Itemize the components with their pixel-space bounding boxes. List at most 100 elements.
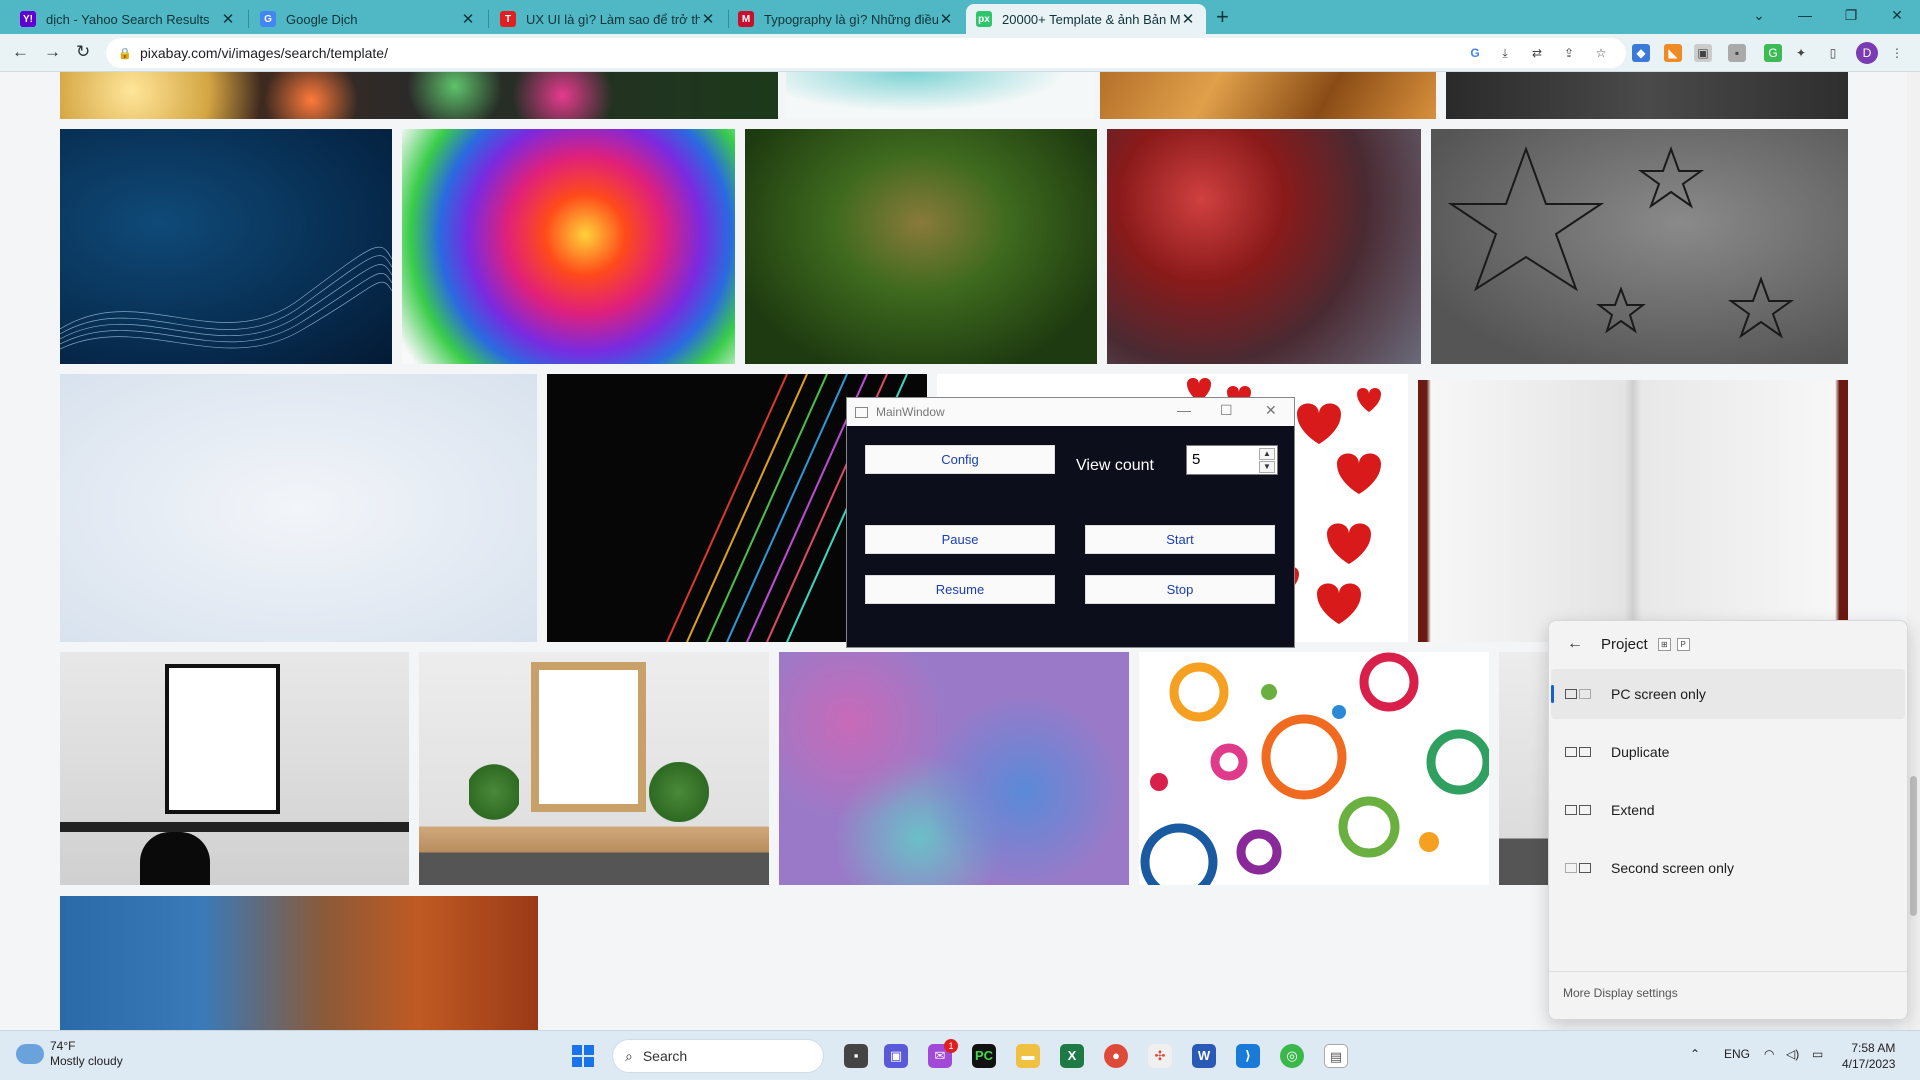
notepad-icon[interactable]: ▤ [1324,1044,1348,1068]
language-indicator[interactable]: ENG [1724,1047,1750,1061]
word-icon[interactable]: W [1192,1044,1216,1068]
url-text: pixabay.com/vi/images/search/template/ [140,45,388,61]
resume-button[interactable]: Resume [865,575,1055,604]
address-bar[interactable]: 🔒 pixabay.com/vi/images/search/template/ [106,38,1626,68]
star-pattern [1447,146,1795,339]
tray-overflow-icon[interactable]: ⌃ [1690,1047,1700,1061]
metamask-icon[interactable]: ◣ [1664,44,1682,62]
shield-extension-icon[interactable]: ◆ [1632,44,1650,62]
tab-google-translate[interactable]: G Google Dịch ✕ [250,4,486,34]
tab-pixabay[interactable]: px 20000+ Template & ảnh Bản Mẫ ✕ [966,4,1206,34]
grammarly-icon[interactable]: G [1764,44,1782,62]
install-icon[interactable]: ⤓ [1496,44,1514,62]
close-icon[interactable]: ✕ [460,10,476,28]
image-red-grunge[interactable] [1107,129,1421,364]
option-second-screen-only[interactable]: Second screen only [1551,843,1905,893]
vscode-icon[interactable]: ⟩ [1236,1044,1260,1068]
image-wood[interactable] [1100,72,1436,119]
minimize-icon[interactable]: — [1177,402,1191,418]
view-count-spinbox[interactable]: 5 ▲ ▼ [1186,445,1278,475]
image-frame-desk-dark[interactable] [60,652,409,885]
main-window-titlebar[interactable]: MainWindow — ☐ ✕ [847,398,1294,426]
app-icon[interactable]: ✣ [1148,1044,1172,1068]
image-circles[interactable] [1139,652,1489,885]
tab-typography[interactable]: M Typography là gì? Những điều cần ✕ [728,4,964,34]
extension-icon[interactable]: ▪ [1728,44,1746,62]
sidebar-icon[interactable]: ▯ [1824,44,1842,62]
window-controls: ⌄ — ❐ ✕ [1736,0,1920,34]
excel-icon[interactable]: X [1060,1044,1084,1068]
more-display-settings-link[interactable]: More Display settings [1549,971,1907,1014]
battery-icon[interactable]: ▭ [1812,1047,1823,1061]
forward-icon[interactable]: → [44,42,61,62]
pycharm-icon[interactable]: PC [972,1044,996,1068]
image-rust-blue[interactable] [60,896,538,1030]
scrollbar-thumb[interactable] [1910,776,1917,916]
image-white-smoke[interactable] [60,374,537,642]
volume-icon[interactable]: ◁) [1786,1047,1799,1061]
tab-yahoo-search[interactable]: Y! dịch - Yahoo Search Results ✕ [10,4,246,34]
image-color-explosion[interactable] [402,129,735,364]
image-grey-stars[interactable] [1431,129,1848,364]
share-icon[interactable]: ⇪ [1560,44,1578,62]
bookmark-star-icon[interactable]: ☆ [1592,44,1610,62]
image-purple-texture[interactable] [779,652,1129,885]
puzzle-icon[interactable]: ✦ [1792,44,1810,62]
pause-button[interactable]: Pause [865,525,1055,554]
task-view-icon[interactable]: ▪ [844,1044,868,1068]
google-icon[interactable]: G [1466,44,1484,62]
start-button[interactable]: Start [1085,525,1275,554]
spin-up-icon[interactable]: ▲ [1259,448,1275,460]
image-frame-plants[interactable] [419,652,769,885]
file-explorer-icon[interactable]: ▬ [1016,1044,1040,1068]
option-label: Duplicate [1611,744,1670,760]
desk-shape [60,822,409,832]
image-bokeh[interactable] [60,72,778,119]
reload-icon[interactable]: ↻ [76,42,90,62]
main-window: MainWindow — ☐ ✕ Config View count 5 ▲ ▼… [846,397,1295,648]
translate-icon[interactable]: ⇄ [1528,44,1546,62]
back-arrow-icon[interactable]: ← [1567,635,1583,653]
maximize-icon[interactable]: ☐ [1220,402,1233,419]
weather-widget[interactable]: 74°F Mostly cloudy [16,1039,123,1069]
extension-icon[interactable]: ▣ [1694,44,1712,62]
search-icon: ⌕ [625,1047,633,1064]
tab-search-icon[interactable]: ⌄ [1736,0,1782,34]
teams-chat-icon[interactable]: ▣ [884,1044,908,1068]
taskbar-search[interactable]: ⌕ Search [612,1039,824,1073]
new-tab-icon[interactable]: + [1216,4,1229,30]
option-duplicate[interactable]: Duplicate [1551,727,1905,777]
image-forest-tree[interactable] [745,129,1097,364]
image-teal-splash[interactable] [786,72,1094,119]
close-icon[interactable]: ✕ [220,10,236,28]
option-extend[interactable]: Extend [1551,785,1905,835]
wifi-icon[interactable]: ◠ [1764,1047,1774,1061]
view-count-value[interactable]: 5 [1192,451,1200,468]
stop-button[interactable]: Stop [1085,575,1275,604]
clock[interactable]: 7:58 AM 4/17/2023 [1842,1040,1895,1072]
close-icon[interactable]: ✕ [700,10,716,28]
menu-icon[interactable]: ⋮ [1888,44,1906,62]
profile-avatar[interactable]: D [1856,42,1878,64]
config-button[interactable]: Config [865,445,1055,474]
close-window-icon[interactable]: ✕ [1874,0,1920,34]
option-pc-screen-only[interactable]: PC screen only [1551,669,1905,719]
tab-ux-ui[interactable]: T UX UI là gì? Làm sao để trở thành ✕ [490,4,726,34]
close-icon[interactable]: ✕ [938,10,954,28]
chrome-icon[interactable]: ● [1104,1044,1128,1068]
tab-title: UX UI là gì? Làm sao để trở thành [526,11,700,27]
app-icon[interactable]: ◎ [1280,1044,1304,1068]
project-header: ← Project ⊞ P [1567,635,1690,653]
restore-icon[interactable]: ❐ [1828,0,1874,34]
image-blue-waves[interactable] [60,129,392,364]
lock-icon[interactable]: 🔒 [118,47,132,60]
windows-start-icon[interactable] [572,1045,594,1067]
close-icon[interactable]: ✕ [1265,402,1277,419]
back-icon[interactable]: ← [12,42,29,62]
spin-down-icon[interactable]: ▼ [1259,461,1275,473]
image-open-book[interactable] [1418,380,1848,642]
image-dark-texture[interactable] [1446,72,1848,119]
minimize-icon[interactable]: — [1782,0,1828,34]
close-icon[interactable]: ✕ [1180,10,1196,28]
tab-title: 20000+ Template & ảnh Bản Mẫ [1002,11,1180,27]
